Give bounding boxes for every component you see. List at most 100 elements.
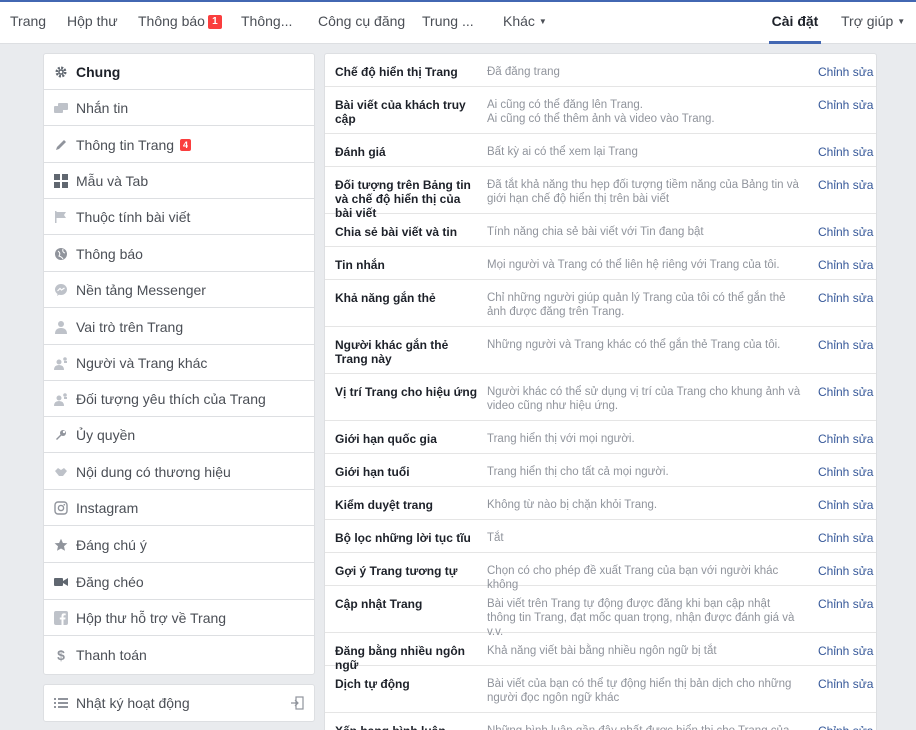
sidebar-item-general[interactable]: Chung bbox=[44, 54, 314, 90]
sidebar-item-label: Đối tượng yêu thích của Trang bbox=[76, 390, 266, 407]
setting-label: Bộ lọc những lời tục tĩu bbox=[335, 531, 471, 545]
edit-link[interactable]: Chỉnh sửa bbox=[818, 724, 873, 730]
sidebar-item-crossposting[interactable]: Đăng chéo bbox=[44, 564, 314, 600]
sidebar-item-branded-content[interactable]: Nội dung có thương hiệu bbox=[44, 454, 314, 490]
sidebar-item-label: Người và Trang khác bbox=[76, 354, 208, 371]
settings-row: Tin nhắn Mọi người và Trang có thể liên h… bbox=[325, 247, 876, 280]
settings-row: Đăng bằng nhiều ngôn ngữ Khả năng viết bà… bbox=[325, 633, 876, 672]
sidebar-item-activity-log[interactable]: Nhật ký hoạt động bbox=[44, 685, 314, 721]
settings-row: Vị trí Trang cho hiệu ứng Người khác có t… bbox=[325, 374, 876, 421]
edit-link[interactable]: Chỉnh sửa bbox=[818, 65, 873, 79]
sidebar-item-label: Đáng chú ý bbox=[76, 536, 147, 553]
sidebar-item-page-info[interactable]: Thông tin Trang 4 bbox=[44, 127, 314, 163]
sidebar-item-label: Ủy quyền bbox=[76, 426, 136, 443]
edit-link[interactable]: Chỉnh sửa bbox=[818, 677, 873, 691]
setting-value: Tắt bbox=[487, 532, 504, 544]
tab-inbox[interactable]: Hộp thư bbox=[67, 2, 118, 44]
sidebar-item-label: Thông tin Trang bbox=[76, 136, 175, 153]
sidebar-item-templates-tabs[interactable]: Mẫu và Tab bbox=[44, 163, 314, 199]
setting-label: Cập nhật Trang bbox=[335, 597, 423, 611]
setting-value: Trang hiển thị với mọi người. bbox=[487, 433, 635, 445]
sidebar-item-label: Chung bbox=[76, 63, 121, 80]
setting-value: Tính năng chia sẻ bài viết với Tin đang … bbox=[487, 226, 704, 238]
edit-link[interactable]: Chỉnh sửa bbox=[818, 385, 873, 399]
setting-label: Đánh giá bbox=[335, 145, 386, 159]
setting-value: Những bình luận gần đây nhất được hiển t… bbox=[487, 724, 802, 730]
tab-page[interactable]: Trang bbox=[10, 2, 46, 44]
edit-link[interactable]: Chỉnh sửa bbox=[818, 178, 873, 192]
tab-settings[interactable]: Cài đặt bbox=[769, 2, 821, 44]
sidebar-item-label: Vai trò trên Trang bbox=[76, 318, 184, 335]
edit-link[interactable]: Chỉnh sửa bbox=[818, 531, 873, 545]
edit-link[interactable]: Chỉnh sửa bbox=[818, 145, 873, 159]
general-settings-table: Chế độ hiển thị Trang Đã đăng trang Chỉnh … bbox=[324, 53, 877, 730]
tab-notifications[interactable]: Thông báo 1 bbox=[138, 2, 222, 44]
sidebar-item-page-roles[interactable]: Vai trò trên Trang bbox=[44, 309, 314, 345]
tab-label: Thông... bbox=[241, 13, 293, 29]
sidebar-item-instagram[interactable]: Instagram bbox=[44, 490, 314, 526]
tab-label: Trang bbox=[10, 13, 47, 29]
setting-value: Đã tắt khả năng thu hẹp đối tượng tiềm n… bbox=[487, 179, 799, 205]
open-external-icon[interactable] bbox=[290, 696, 304, 713]
tab-label: Trợ giúp bbox=[841, 13, 894, 29]
edit-link[interactable]: Chỉnh sửa bbox=[818, 498, 873, 512]
sidebar-item-messenger-platform[interactable]: Nền tảng Messenger bbox=[44, 272, 314, 308]
settings-row: Bài viết của khách truy cập Ai cũng có th… bbox=[325, 87, 876, 134]
tab-more[interactable]: Khác ▼ bbox=[503, 2, 547, 44]
instagram-icon bbox=[54, 500, 68, 515]
tab-label: Hộp thư bbox=[67, 13, 118, 29]
edit-link[interactable]: Chỉnh sửa bbox=[818, 564, 873, 578]
tab-label: Trung ... bbox=[422, 13, 474, 29]
sidebar-item-page-support-inbox[interactable]: Hộp thư hỗ trợ về Trang bbox=[44, 600, 314, 636]
settings-row: Kiểm duyệt trang Không từ nào bị chặn khỏ… bbox=[325, 487, 876, 520]
tab-label: Công cụ đăng bbox=[318, 13, 406, 29]
edit-link[interactable]: Chỉnh sửa bbox=[818, 338, 873, 352]
edit-link[interactable]: Chỉnh sửa bbox=[818, 225, 873, 239]
sidebar-item-label: Instagram bbox=[76, 499, 139, 516]
edit-link[interactable]: Chỉnh sửa bbox=[818, 465, 873, 479]
setting-label: Tin nhắn bbox=[335, 258, 385, 272]
setting-label: Xếp hạng bình luận bbox=[335, 724, 480, 730]
sidebar-item-label: Thông báo bbox=[76, 245, 143, 262]
sidebar-item-label: Thanh toán bbox=[76, 647, 147, 663]
tab-center[interactable]: Trung ... bbox=[422, 2, 474, 44]
setting-value: Khả năng viết bài bằng nhiều ngôn ngữ bị… bbox=[487, 645, 717, 657]
edit-link[interactable]: Chỉnh sửa bbox=[818, 291, 873, 305]
sidebar-item-payments[interactable]: $ Thanh toán bbox=[44, 637, 314, 673]
settings-row: Chia sẻ bài viết và tin Tính năng chia sẻ… bbox=[325, 214, 876, 247]
sidebar-item-featured[interactable]: Đáng chú ý bbox=[44, 527, 314, 563]
sidebar-item-post-attribution[interactable]: Thuộc tính bài viết bbox=[44, 199, 314, 235]
edit-link[interactable]: Chỉnh sửa bbox=[818, 597, 873, 611]
activity-log-panel: Nhật ký hoạt động bbox=[43, 684, 315, 722]
edit-link[interactable]: Chỉnh sửa bbox=[818, 432, 873, 446]
notification-badge: 1 bbox=[207, 15, 222, 29]
tab-insights[interactable]: Thông... bbox=[241, 2, 292, 44]
settings-row: Khả năng gắn thẻ Chỉ những người giúp quả… bbox=[325, 280, 876, 327]
sidebar-item-people-other-pages[interactable]: Người và Trang khác bbox=[44, 345, 314, 381]
settings-sidebar: Chung Nhắn tin Thông tin Trang 4 Mẫu và … bbox=[43, 53, 315, 675]
settings-row: Dịch tự động Bài viết của bạn có thể tự đ… bbox=[325, 666, 876, 713]
edit-link[interactable]: Chỉnh sửa bbox=[818, 98, 873, 112]
wrench-icon bbox=[54, 428, 68, 442]
setting-label: Giới hạn quốc gia bbox=[335, 432, 437, 446]
edit-link[interactable]: Chỉnh sửa bbox=[818, 644, 873, 658]
setting-label: Người khác gắn thẻ Trang này bbox=[335, 338, 449, 366]
chevron-down-icon: ▼ bbox=[538, 17, 547, 26]
sidebar-item-preferred-audience[interactable]: Đối tượng yêu thích của Trang bbox=[44, 381, 314, 417]
edit-link[interactable]: Chỉnh sửa bbox=[818, 258, 873, 272]
message-icon bbox=[54, 101, 68, 115]
pencil-icon bbox=[54, 138, 68, 152]
sidebar-item-notifications[interactable]: Thông báo bbox=[44, 236, 314, 272]
setting-label: Gợi ý Trang tương tự bbox=[335, 564, 458, 578]
settings-row: Cập nhật Trang Bài viết trên Trang tự độn… bbox=[325, 586, 876, 638]
sidebar-item-messaging[interactable]: Nhắn tin bbox=[44, 90, 314, 126]
sidebar-item-authorization[interactable]: Ủy quyền bbox=[44, 417, 314, 453]
settings-row: Giới hạn tuổi Trang hiển thị cho tất cả m… bbox=[325, 454, 876, 487]
setting-label: Chia sẻ bài viết và tin bbox=[335, 225, 458, 239]
setting-label: Chế độ hiển thị Trang bbox=[335, 65, 458, 79]
tab-publishing-tools[interactable]: Công cụ đăng bbox=[318, 2, 405, 44]
tab-help[interactable]: Trợ giúp ▼ bbox=[841, 2, 905, 44]
settings-row: Giới hạn quốc gia Trang hiển thị với mọi … bbox=[325, 421, 876, 454]
setting-value: Không từ nào bị chặn khỏi Trang. bbox=[487, 499, 658, 511]
setting-label: Vị trí Trang cho hiệu ứng bbox=[335, 385, 478, 399]
